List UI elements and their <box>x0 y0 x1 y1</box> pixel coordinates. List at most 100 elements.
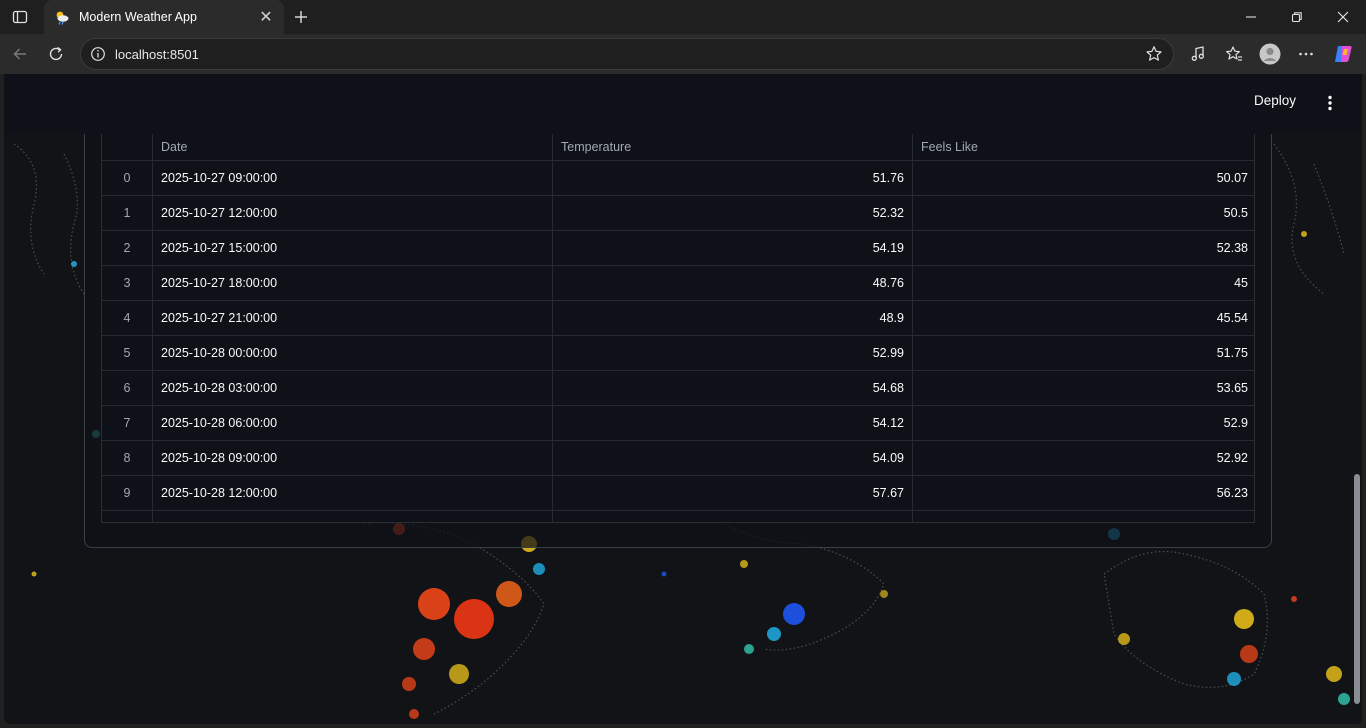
table-row[interactable]: 6 2025-10-28 03:00:00 54.68 53.65 <box>102 371 1254 406</box>
row-index: 4 <box>102 301 153 335</box>
browser-tab-active[interactable]: Modern Weather App ✕ <box>44 0 284 34</box>
temperature-cell[interactable]: 57.67 <box>553 476 913 510</box>
deploy-button[interactable]: Deploy <box>1254 93 1296 108</box>
date-cell[interactable]: 2025-10-28 06:00:00 <box>153 406 553 440</box>
column-header-feels-like[interactable]: Feels Like <box>913 133 1254 160</box>
favorite-star-icon[interactable] <box>1145 45 1163 63</box>
restore-icon <box>1291 12 1302 23</box>
date-cell[interactable]: 2025-10-28 00:00:00 <box>153 336 553 370</box>
table-row[interactable]: 8 2025-10-28 09:00:00 54.09 52.92 <box>102 441 1254 476</box>
feels-like-cell[interactable]: 53.65 <box>913 371 1254 405</box>
app-header: Deploy <box>4 74 1362 134</box>
temperature-cell[interactable]: 54.12 <box>553 406 913 440</box>
temperature-cell[interactable]: 54.68 <box>553 371 913 405</box>
africa-lights <box>740 560 888 654</box>
reload-button[interactable] <box>42 40 70 68</box>
row-index: 8 <box>102 441 153 475</box>
close-window-button[interactable] <box>1320 0 1366 34</box>
temperature-cell[interactable]: 48.9 <box>553 301 913 335</box>
music-note-icon <box>1191 46 1204 61</box>
row-index: 9 <box>102 476 153 510</box>
tab-actions-button[interactable] <box>6 5 34 29</box>
feels-like-cell[interactable]: 50.5 <box>913 196 1254 230</box>
feels-like-cell[interactable]: 52.92 <box>913 441 1254 475</box>
temperature-cell[interactable]: 54.09 <box>553 441 913 475</box>
read-aloud-button[interactable] <box>1186 42 1210 66</box>
temperature-cell[interactable]: 51.76 <box>553 161 913 195</box>
south-america-lights <box>393 523 545 719</box>
settings-more-button[interactable] <box>1294 42 1318 66</box>
copilot-icon <box>1335 46 1352 62</box>
back-button[interactable] <box>6 40 34 68</box>
table-row[interactable]: 3 2025-10-27 18:00:00 48.76 45 <box>102 266 1254 301</box>
close-icon <box>1337 11 1349 23</box>
row-index: 7 <box>102 406 153 440</box>
feels-like-cell[interactable]: 52.9 <box>913 406 1254 440</box>
copilot-button[interactable] <box>1331 42 1355 66</box>
weather-favicon-icon <box>54 9 70 25</box>
feels-like-cell[interactable]: 45.54 <box>913 301 1254 335</box>
feels-like-cell[interactable]: 50.07 <box>913 161 1254 195</box>
forecast-dataframe[interactable]: Date Temperature Feels Like 0 2025-10-27… <box>101 133 1255 523</box>
date-cell[interactable]: 2025-10-27 15:00:00 <box>153 231 553 265</box>
url-text[interactable]: localhost:8501 <box>115 47 1145 62</box>
feels-like-cell[interactable]: 52.38 <box>913 231 1254 265</box>
table-row[interactable]: 5 2025-10-28 00:00:00 52.99 51.75 <box>102 336 1254 371</box>
date-cell[interactable]: 2025-10-27 09:00:00 <box>153 161 553 195</box>
main-menu-button[interactable] <box>1320 91 1340 115</box>
feels-like-cell <box>913 511 1254 522</box>
column-header-date[interactable]: Date <box>153 133 553 160</box>
more-horizontal-icon <box>1299 52 1313 56</box>
date-cell[interactable]: 2025-10-28 09:00:00 <box>153 441 553 475</box>
minimize-button[interactable] <box>1228 0 1274 34</box>
profile-button[interactable] <box>1258 42 1282 66</box>
tab-actions-icon <box>12 10 28 24</box>
row-index: 2 <box>102 231 153 265</box>
row-index: 3 <box>102 266 153 300</box>
favorites-button[interactable] <box>1222 42 1246 66</box>
date-cell[interactable]: 2025-10-28 03:00:00 <box>153 371 553 405</box>
table-row[interactable]: 1 2025-10-27 12:00:00 52.32 50.5 <box>102 196 1254 231</box>
reload-icon <box>49 46 63 61</box>
temperature-cell[interactable]: 54.19 <box>553 231 913 265</box>
row-index: 6 <box>102 371 153 405</box>
date-cell <box>153 511 553 522</box>
date-cell[interactable]: 2025-10-28 12:00:00 <box>153 476 553 510</box>
tab-title: Modern Weather App <box>79 10 197 24</box>
column-header-index[interactable] <box>102 133 153 160</box>
table-row[interactable]: 7 2025-10-28 06:00:00 54.12 52.9 <box>102 406 1254 441</box>
address-bar[interactable]: localhost:8501 <box>80 38 1174 70</box>
row-index: 0 <box>102 161 153 195</box>
feels-like-cell[interactable]: 45 <box>913 266 1254 300</box>
row-index: 1 <box>102 196 153 230</box>
date-cell[interactable]: 2025-10-27 12:00:00 <box>153 196 553 230</box>
date-cell[interactable]: 2025-10-27 21:00:00 <box>153 301 553 335</box>
more-vertical-icon <box>1328 95 1332 111</box>
restore-button[interactable] <box>1274 0 1320 34</box>
page-scrollbar[interactable] <box>1354 474 1360 704</box>
browser-titlebar: Modern Weather App ✕ <box>0 0 1366 34</box>
tab-close-button[interactable]: ✕ <box>258 7 274 27</box>
table-row[interactable]: 9 2025-10-28 12:00:00 57.67 56.23 <box>102 476 1254 511</box>
temperature-cell[interactable]: 52.32 <box>553 196 913 230</box>
back-arrow-icon <box>13 48 26 60</box>
date-cell[interactable]: 2025-10-27 18:00:00 <box>153 266 553 300</box>
table-row[interactable]: 4 2025-10-27 21:00:00 48.9 45.54 <box>102 301 1254 336</box>
australia-lights <box>1108 528 1350 705</box>
table-row[interactable]: 2 2025-10-27 15:00:00 54.19 52.38 <box>102 231 1254 266</box>
temperature-cell[interactable]: 52.99 <box>553 336 913 370</box>
feels-like-cell[interactable]: 51.75 <box>913 336 1254 370</box>
temperature-cell[interactable]: 48.76 <box>553 266 913 300</box>
table-row[interactable]: 0 2025-10-27 09:00:00 51.76 50.07 <box>102 161 1254 196</box>
feels-like-cell[interactable]: 56.23 <box>913 476 1254 510</box>
site-info-icon[interactable] <box>90 46 106 62</box>
column-header-temperature[interactable]: Temperature <box>553 133 913 160</box>
minimize-icon <box>1246 16 1256 18</box>
new-tab-button[interactable] <box>288 4 314 30</box>
row-index: 5 <box>102 336 153 370</box>
avatar-icon <box>1259 43 1281 65</box>
row-index <box>102 511 153 522</box>
plus-icon <box>295 11 307 23</box>
app-viewport: Deploy Date Temperature Feels Like 0 202… <box>4 74 1362 724</box>
browser-toolbar: localhost:8501 <box>0 34 1366 74</box>
